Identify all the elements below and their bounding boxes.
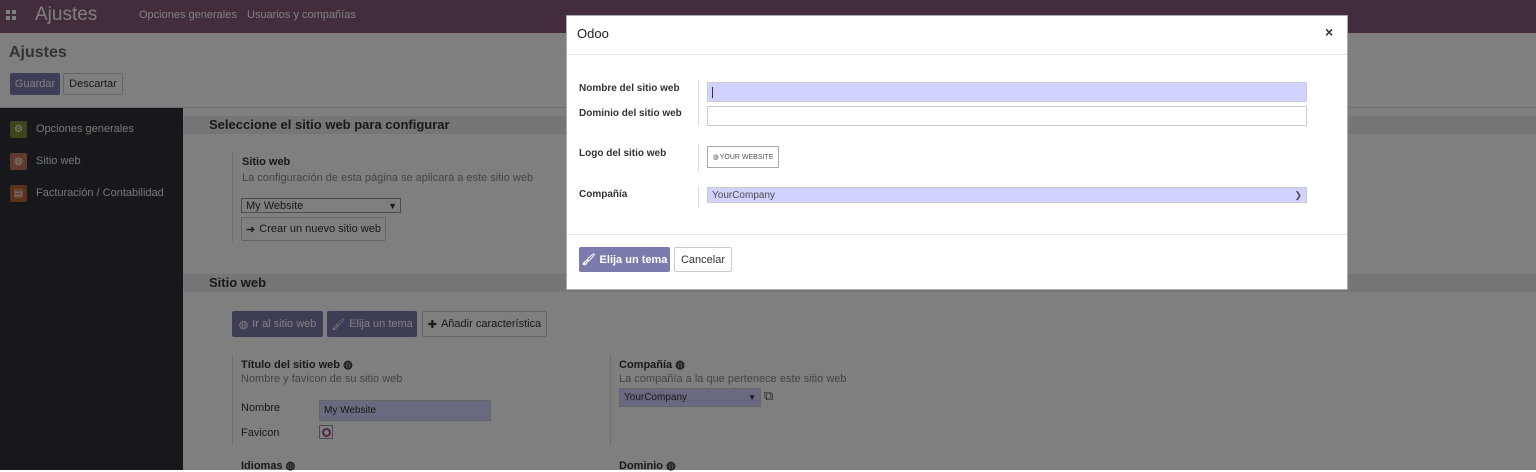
globe-icon: ◍ — [712, 154, 719, 161]
choose-theme-button[interactable]: 🖌 Elija un tema — [579, 247, 670, 272]
website-domain-label: Dominio del sitio web — [579, 108, 682, 119]
company-label: Compañía — [579, 189, 628, 200]
paint-brush-icon: 🖌 — [581, 254, 596, 266]
field-label-divider — [698, 80, 699, 126]
field-label-divider — [698, 186, 699, 208]
dialog-footer-divider — [567, 234, 1347, 235]
dialog-title: Odoo — [577, 26, 609, 41]
chevron-down-icon: ❯ — [1294, 189, 1302, 200]
website-logo-image[interactable]: ◍ YOUR WEBSITE — [707, 146, 779, 168]
field-label-divider — [698, 144, 699, 172]
logo-text: YOUR WEBSITE — [719, 153, 774, 161]
company-select[interactable]: YourCompany ❯ — [707, 187, 1307, 203]
create-website-dialog: Odoo × Nombre del sitio web Dominio del … — [566, 15, 1348, 290]
choose-theme-button-label: Elija un tema — [599, 253, 668, 266]
website-domain-input[interactable] — [707, 106, 1307, 126]
close-icon[interactable]: × — [1325, 24, 1333, 40]
website-name-input[interactable] — [707, 82, 1307, 102]
text-cursor — [712, 86, 713, 98]
dialog-header-divider — [567, 54, 1347, 55]
website-logo-label: Logo del sitio web — [579, 148, 667, 159]
company-select-value: YourCompany — [712, 189, 776, 201]
website-name-label: Nombre del sitio web — [579, 83, 680, 94]
cancel-button[interactable]: Cancelar — [674, 247, 732, 272]
